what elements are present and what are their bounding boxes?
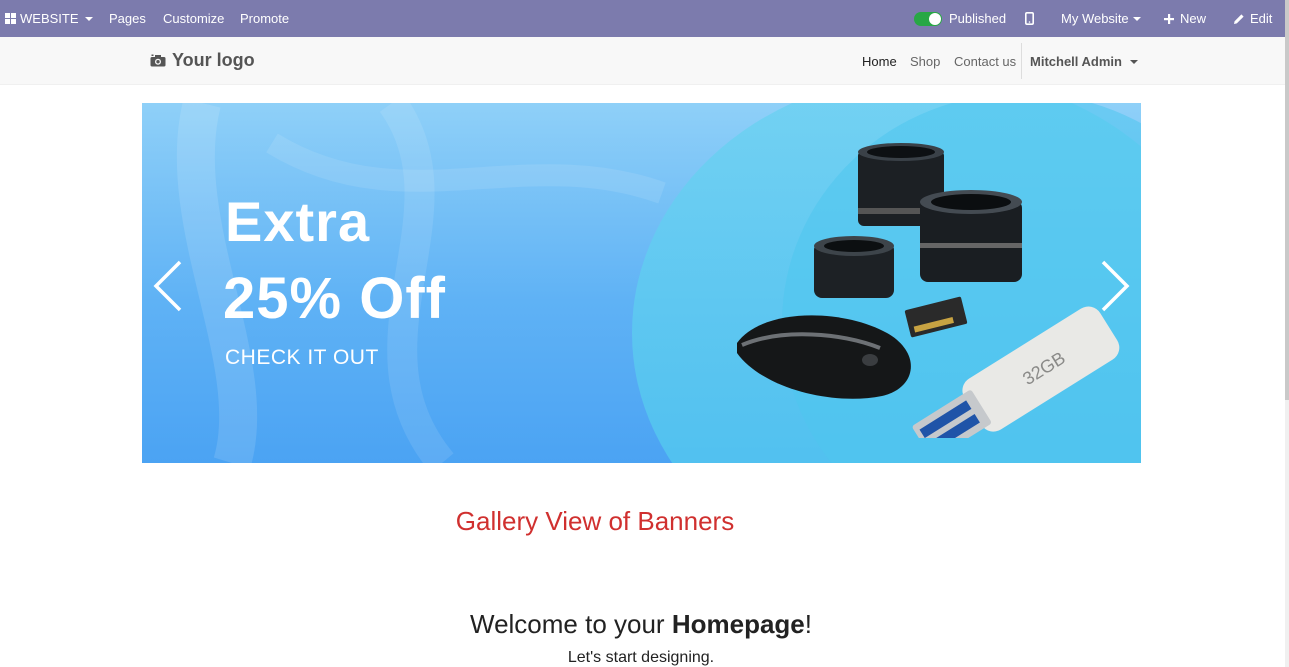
site-navbar: Your logo Home Shop Contact us Mitchell … (0, 37, 1285, 85)
website-app-menu[interactable]: WEBSITE (5, 0, 93, 37)
publish-toggle[interactable]: Published (914, 0, 1006, 37)
pencil-icon (1234, 13, 1244, 24)
menu-promote[interactable]: Promote (240, 0, 289, 37)
caret-down-icon (1132, 16, 1141, 21)
edit-button[interactable]: Edit (1233, 0, 1272, 37)
menu-pages[interactable]: Pages (109, 0, 146, 37)
site-logo[interactable]: Your logo (150, 50, 255, 71)
gallery-title: Gallery View of Banners (455, 506, 735, 536)
banner-headline-line2: 25% Off (223, 266, 446, 331)
nav-link-home[interactable]: Home (862, 54, 897, 69)
website-selector-label: My Website (1061, 11, 1129, 26)
welcome-suffix: ! (804, 609, 812, 639)
banner-carousel[interactable]: Extra 25% Off CHECK IT OUT 32GB (142, 103, 1141, 463)
website-selector[interactable]: My Website (1061, 0, 1141, 37)
scrollbar-thumb[interactable] (1285, 0, 1289, 400)
camera-icon (150, 54, 166, 67)
user-name: Mitchell Admin (1030, 54, 1122, 69)
edit-label: Edit (1250, 11, 1273, 26)
plus-icon (1164, 13, 1174, 24)
banner-headline-line1: Extra (225, 190, 371, 253)
logo-text: Your logo (172, 50, 255, 70)
published-label: Published (949, 11, 1007, 26)
menu-customize[interactable]: Customize (163, 0, 224, 37)
welcome-subtitle: Let's start designing. (567, 649, 715, 666)
mobile-preview-button[interactable] (1025, 0, 1034, 37)
caret-down-icon (1129, 59, 1138, 64)
nav-link-contact[interactable]: Contact us (954, 54, 1016, 69)
new-button[interactable]: New (1164, 0, 1206, 37)
caret-down-icon (84, 16, 93, 21)
mobile-icon (1025, 12, 1034, 25)
nav-divider (1021, 43, 1022, 79)
banner-cta[interactable]: CHECK IT OUT (225, 346, 379, 370)
welcome-bold: Homepage (671, 609, 805, 639)
new-label: New (1180, 11, 1207, 26)
user-menu[interactable]: Mitchell Admin (1030, 54, 1138, 69)
welcome-heading: Welcome to your Homepage! (0, 609, 1282, 640)
chevron-right-icon[interactable] (1093, 258, 1133, 314)
website-app-label: WEBSITE (20, 11, 79, 26)
admin-bar: WEBSITE Pages Customize Promote Publishe… (0, 0, 1285, 37)
toggle-switch-icon (914, 11, 942, 26)
banner-product-image: 32GB (737, 143, 1120, 438)
apps-grid-icon (5, 13, 16, 24)
welcome-prefix: Welcome to your (470, 609, 672, 639)
nav-link-shop[interactable]: Shop (910, 54, 940, 69)
chevron-left-icon[interactable] (150, 258, 190, 314)
